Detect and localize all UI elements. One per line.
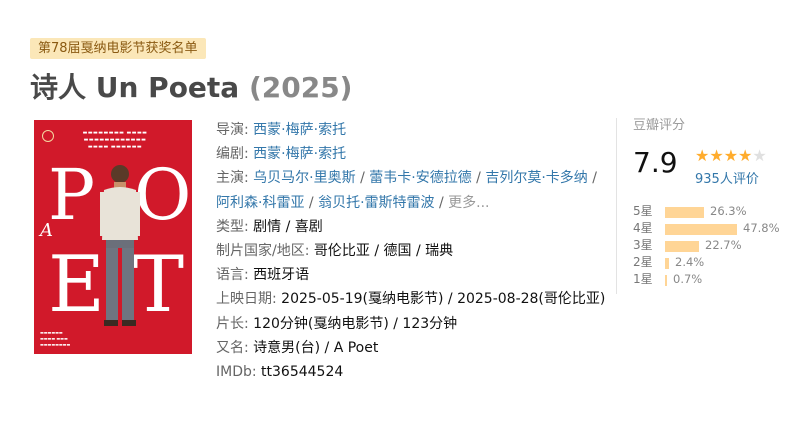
cast-link[interactable]: 阿利森·科雷亚: [216, 195, 304, 211]
director-link[interactable]: 西蒙·梅萨·索托: [253, 122, 346, 138]
rating-count-link[interactable]: 935人评价: [695, 168, 759, 187]
country-row: 制片国家/地区: 哥伦比亚 / 德国 / 瑞典: [216, 243, 454, 260]
distribution-label: 3星: [633, 238, 653, 252]
cast-link[interactable]: 蕾韦卡·安德拉德: [369, 170, 471, 186]
genre-row: 类型: 剧情 / 喜剧: [216, 218, 323, 235]
release-label: 上映日期:: [216, 291, 277, 308]
country-value: 哥伦比亚: [313, 243, 370, 260]
star-filled-icon: ★: [709, 146, 724, 165]
poster-header-text: ▬▬▬▬▬▬▬▬ ▬▬▬▬ ▬▬▬▬▬▬▬▬▬▬▬▬ ▬▬▬▬ ▬▬▬▬▬▬: [82, 130, 148, 150]
movie-title: 诗人 Un Poeta: [30, 71, 240, 104]
distribution-label: 5星: [633, 204, 653, 218]
genre-value: 喜剧: [294, 218, 323, 235]
writer-label: 编剧:: [216, 146, 249, 163]
distribution-label: 4星: [633, 221, 653, 235]
aka-row: 又名: 诗意男(台) / A Poet: [216, 336, 608, 360]
movie-year: (2025): [248, 71, 353, 104]
rating-distribution-row: 5星 26.3%: [633, 203, 793, 220]
star-filled-icon: ★: [738, 146, 753, 165]
poster-figure: [100, 165, 140, 326]
rating-distribution-row: 2星 2.4%: [633, 254, 793, 271]
genre-value: 剧情: [253, 218, 282, 235]
country-label: 制片国家/地区:: [216, 243, 310, 260]
distribution-percent: 2.4%: [675, 255, 705, 269]
rating-score: 7.9: [633, 146, 678, 179]
rating-header: 豆瓣评分: [633, 118, 686, 133]
distribution-bar: [665, 224, 737, 235]
distribution-label: 2星: [633, 255, 653, 269]
distribution-percent: 26.3%: [710, 204, 747, 218]
star-filled-icon: ★: [695, 146, 710, 165]
runtime-value: 120分钟(戛纳电影节) / 123分钟: [253, 315, 458, 332]
writer-link[interactable]: 西蒙·梅萨·索托: [253, 146, 346, 162]
distribution-bar: [665, 258, 669, 269]
distribution-percent: 22.7%: [705, 238, 742, 252]
cast-row: 主演: 乌贝马尔·里奥斯 / 蕾韦卡·安德拉德 / 吉列尔莫·卡多纳 / 阿利森…: [216, 170, 597, 211]
distribution-bar: [665, 241, 699, 252]
writer-row: 编剧: 西蒙·梅萨·索托: [216, 142, 608, 166]
divider: [616, 118, 617, 294]
distribution-label: 1星: [633, 272, 653, 286]
palm-logo-icon: [42, 130, 54, 142]
rating-panel: 豆瓣评分 7.9 ★★★★★ 935人评价: [633, 116, 793, 187]
release-row: 上映日期: 2025-05-19(戛纳电影节) / 2025-08-28(哥伦比…: [216, 287, 608, 311]
cast-more-link[interactable]: 更多...: [448, 195, 489, 211]
cast-link[interactable]: 乌贝马尔·里奥斯: [253, 170, 355, 186]
imdb-row: IMDb: tt36544524: [216, 360, 608, 384]
distribution-percent: 47.8%: [743, 221, 780, 235]
poster-letter: P: [48, 154, 96, 236]
distribution-bar: [665, 207, 704, 218]
cast-label: 主演:: [216, 170, 249, 187]
language-value: 西班牙语: [253, 267, 310, 284]
country-value: 德国: [383, 243, 412, 260]
aka-label: 又名:: [216, 339, 249, 356]
release-value: 2025-05-19(戛纳电影节) / 2025-08-28(哥伦比亚): [281, 291, 606, 308]
director-label: 导演:: [216, 122, 249, 138]
star-empty-icon: ★: [752, 146, 767, 165]
page-title: 诗人 Un Poeta (2025): [30, 66, 352, 106]
cast-link[interactable]: 翁贝托·雷斯特雷波: [318, 195, 434, 211]
rating-distribution-row: 4星 47.8%: [633, 220, 793, 237]
language-row: 语言: 西班牙语: [216, 263, 608, 287]
star-filled-icon: ★: [723, 146, 739, 165]
imdb-value: tt36544524: [261, 364, 344, 381]
rating-stars: ★★★★★: [695, 146, 767, 165]
rating-distribution-row: 1星 0.7%: [633, 271, 793, 288]
distribution-percent: 0.7%: [673, 272, 703, 286]
genre-label: 类型:: [216, 218, 249, 235]
imdb-label: IMDb:: [216, 364, 257, 381]
poster-letter: A: [40, 220, 53, 241]
cast-link[interactable]: 吉列尔莫·卡多纳: [485, 170, 587, 186]
language-label: 语言:: [216, 267, 249, 284]
award-tag[interactable]: 第78届戛纳电影节获奖名单: [30, 38, 206, 59]
distribution-bar: [665, 275, 667, 286]
director-row: 导演: 西蒙·梅萨·索托: [216, 118, 608, 142]
movie-info: 导演: 西蒙·梅萨·索托 编剧: 西蒙·梅萨·索托 主演: 乌贝马尔·里奥斯 /…: [216, 118, 608, 384]
runtime-row: 片长: 120分钟(戛纳电影节) / 123分钟: [216, 312, 608, 336]
rating-distribution-row: 3星 22.7%: [633, 237, 793, 254]
poster-credits: ▬▬▬▬▬▬ ▬▬▬▬ ▬▬▬ ▬▬▬▬▬▬▬▬: [40, 330, 71, 347]
rating-distribution: 5星 26.3% 4星 47.8% 3星 22.7% 2星 2.4% 1星 0.7%: [633, 203, 793, 288]
aka-value: 诗意男(台) / A Poet: [253, 339, 379, 356]
runtime-label: 片长:: [216, 315, 249, 332]
movie-poster[interactable]: ▬▬▬▬▬▬▬▬ ▬▬▬▬ ▬▬▬▬▬▬▬▬▬▬▬▬ ▬▬▬▬ ▬▬▬▬▬▬ P O…: [34, 120, 192, 354]
country-value: 瑞典: [425, 243, 454, 260]
